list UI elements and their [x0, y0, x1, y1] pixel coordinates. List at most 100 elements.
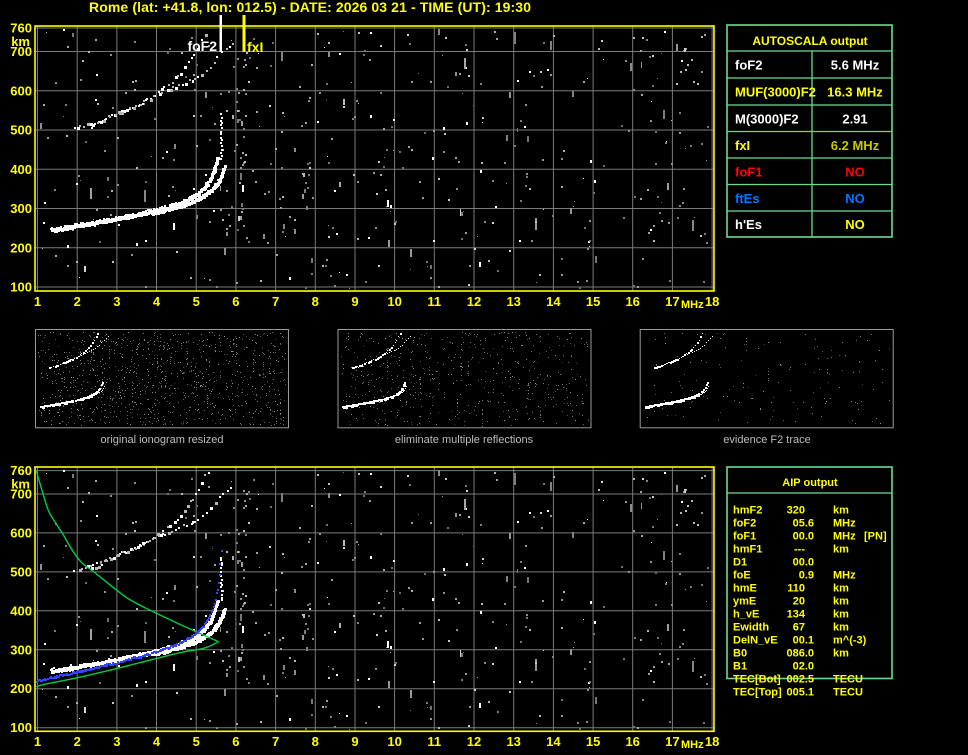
svg-text:M(3000)F2: M(3000)F2 — [735, 111, 799, 126]
svg-text:05.6: 05.6 — [793, 518, 814, 530]
svg-text:3: 3 — [113, 734, 120, 749]
svg-text:9: 9 — [351, 734, 358, 749]
svg-text:110: 110 — [787, 583, 805, 595]
svg-text:evidence F2 trace: evidence F2 trace — [723, 434, 810, 446]
svg-text:02.0: 02.0 — [793, 661, 814, 673]
svg-text:B1: B1 — [733, 661, 747, 673]
svg-text:Rome (lat: +41.8, lon: 012.5): Rome (lat: +41.8, lon: 012.5) - DATE: 20… — [89, 0, 531, 15]
svg-text:foF2: foF2 — [733, 518, 756, 530]
svg-text:00.1: 00.1 — [793, 635, 814, 647]
svg-text:foE: foE — [733, 570, 751, 582]
svg-text:2: 2 — [74, 734, 81, 749]
svg-text:500: 500 — [10, 564, 32, 579]
svg-text:18: 18 — [705, 294, 719, 309]
svg-text:MHz: MHz — [681, 739, 704, 751]
svg-text:5: 5 — [193, 734, 200, 749]
svg-text:13: 13 — [506, 734, 520, 749]
svg-text:67: 67 — [793, 622, 805, 634]
svg-text:002.5: 002.5 — [786, 674, 814, 686]
svg-text:400: 400 — [10, 162, 32, 177]
svg-text:fxI: fxI — [735, 138, 750, 153]
svg-text:1: 1 — [34, 294, 41, 309]
svg-text:foF2: foF2 — [187, 38, 217, 54]
svg-text:km: km — [833, 583, 849, 595]
svg-text:---: --- — [794, 544, 805, 556]
svg-text:11: 11 — [427, 294, 441, 309]
svg-text:TEC[Top]: TEC[Top] — [733, 687, 782, 699]
svg-text:600: 600 — [10, 525, 32, 540]
svg-text:D1: D1 — [733, 557, 747, 569]
svg-text:original ionogram resized: original ionogram resized — [101, 434, 224, 446]
svg-text:7: 7 — [272, 734, 279, 749]
svg-text:2: 2 — [74, 294, 81, 309]
svg-text:NO: NO — [845, 191, 865, 206]
svg-text:12: 12 — [467, 294, 481, 309]
svg-text:TEC[Bot]: TEC[Bot] — [733, 674, 781, 686]
svg-text:600: 600 — [10, 83, 32, 98]
svg-text:2.91: 2.91 — [842, 111, 867, 126]
svg-text:AIP output: AIP output — [782, 477, 838, 489]
svg-text:12: 12 — [467, 734, 481, 749]
svg-text:8: 8 — [312, 294, 319, 309]
svg-text:TECU: TECU — [833, 674, 863, 686]
svg-text:11: 11 — [427, 734, 441, 749]
svg-text:9: 9 — [351, 294, 358, 309]
svg-text:18: 18 — [705, 734, 719, 749]
svg-text:km: km — [833, 622, 849, 634]
svg-text:0.9: 0.9 — [799, 570, 814, 582]
svg-text:ymE: ymE — [733, 596, 756, 608]
svg-text:500: 500 — [10, 123, 32, 138]
svg-text:km: km — [833, 609, 849, 621]
svg-text:320: 320 — [787, 505, 805, 517]
svg-text:h_vE: h_vE — [733, 609, 759, 621]
svg-text:DelN_vE: DelN_vE — [733, 635, 778, 647]
svg-text:16: 16 — [625, 734, 639, 749]
svg-text:17: 17 — [665, 734, 679, 749]
svg-text:15: 15 — [586, 294, 600, 309]
svg-text:00.0: 00.0 — [793, 531, 814, 543]
svg-text:MHz: MHz — [833, 531, 856, 543]
svg-text:eliminate multiple reflections: eliminate multiple reflections — [395, 434, 534, 446]
svg-text:hmE: hmE — [733, 583, 757, 595]
svg-text:MHz: MHz — [833, 570, 856, 582]
svg-text:8: 8 — [312, 734, 319, 749]
svg-text:km: km — [11, 477, 30, 492]
svg-text:5.6 MHz: 5.6 MHz — [831, 58, 880, 73]
svg-text:16: 16 — [625, 294, 639, 309]
svg-text:300: 300 — [10, 642, 32, 657]
svg-text:AUTOSCALA output: AUTOSCALA output — [752, 34, 867, 48]
svg-text:ftEs: ftEs — [735, 191, 760, 206]
svg-text:200: 200 — [10, 240, 32, 255]
svg-text:3: 3 — [113, 294, 120, 309]
svg-text:km: km — [833, 648, 849, 660]
svg-text:100: 100 — [10, 720, 32, 735]
svg-text:foF1: foF1 — [733, 531, 756, 543]
svg-text:00.0: 00.0 — [793, 557, 814, 569]
svg-text:16.3 MHz: 16.3 MHz — [827, 85, 883, 100]
svg-text:foF2: foF2 — [735, 58, 762, 73]
svg-text:km: km — [11, 34, 30, 49]
svg-text:14: 14 — [546, 734, 561, 749]
svg-text:NO: NO — [845, 164, 865, 179]
svg-text:086.0: 086.0 — [786, 648, 814, 660]
svg-text:200: 200 — [10, 681, 32, 696]
svg-text:20: 20 — [793, 596, 805, 608]
svg-text:fxI: fxI — [247, 39, 263, 55]
svg-text:MUF(3000)F2: MUF(3000)F2 — [735, 85, 816, 100]
svg-text:km: km — [833, 544, 849, 556]
svg-text:15: 15 — [586, 734, 600, 749]
svg-text:6: 6 — [232, 294, 239, 309]
svg-text:[PN]: [PN] — [864, 531, 887, 543]
svg-text:4: 4 — [153, 294, 161, 309]
svg-text:17: 17 — [665, 294, 679, 309]
svg-text:10: 10 — [387, 734, 401, 749]
svg-text:5: 5 — [193, 294, 200, 309]
svg-text:foF1: foF1 — [735, 164, 762, 179]
svg-text:m^(-3): m^(-3) — [833, 635, 867, 647]
svg-text:6.2 MHz: 6.2 MHz — [831, 138, 880, 153]
svg-text:1: 1 — [34, 734, 41, 749]
svg-text:005.1: 005.1 — [786, 687, 814, 699]
svg-text:300: 300 — [10, 201, 32, 216]
svg-text:MHz: MHz — [681, 299, 704, 311]
svg-text:100: 100 — [10, 280, 32, 295]
